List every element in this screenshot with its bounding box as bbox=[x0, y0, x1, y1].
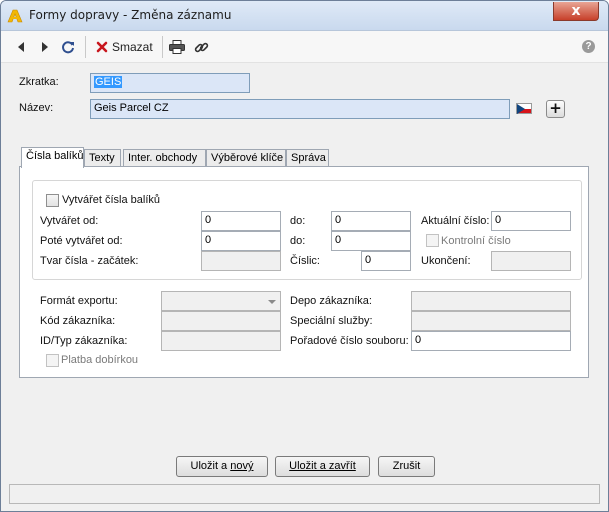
do1-value: 0 bbox=[335, 214, 342, 226]
depo-label: Depo zákazníka: bbox=[290, 295, 372, 307]
pote-vytvaret-od-input[interactable]: 0 bbox=[201, 231, 281, 251]
vytvaret-od-label: Vytvářet od: bbox=[40, 215, 99, 227]
back-icon bbox=[18, 42, 24, 52]
do2-value: 0 bbox=[335, 234, 342, 246]
save-close-button[interactable]: Uložit a zavřít bbox=[275, 456, 370, 477]
dialog-window: Formy dopravy - Změna záznamu x Smazat ?… bbox=[0, 0, 609, 512]
format-exportu-select[interactable] bbox=[161, 291, 281, 311]
poradove-cislo-input[interactable]: 0 bbox=[411, 331, 571, 351]
ukonceni-input[interactable] bbox=[491, 251, 571, 271]
close-button[interactable]: x bbox=[553, 2, 599, 21]
delete-icon bbox=[96, 41, 108, 53]
cislic-label: Číslic: bbox=[290, 255, 320, 267]
cislic-value: 0 bbox=[365, 254, 372, 266]
pote-vytvaret-od-label: Poté vytvářet od: bbox=[40, 235, 123, 247]
cislic-input[interactable]: 0 bbox=[361, 251, 411, 271]
id-typ-input[interactable] bbox=[161, 331, 281, 351]
plus-icon: + bbox=[549, 99, 562, 117]
add-button[interactable]: + bbox=[546, 100, 565, 118]
back-button[interactable] bbox=[15, 38, 27, 56]
tab-inter-obchody[interactable]: Inter. obchody bbox=[123, 149, 206, 167]
toolbar-separator bbox=[162, 36, 163, 58]
tvar-cisla-input[interactable] bbox=[201, 251, 281, 271]
format-exportu-label: Formát exportu: bbox=[40, 295, 118, 307]
kontrolni-cislo-label: Kontrolní číslo bbox=[441, 235, 511, 247]
save-close-label: Uložit a zavřít bbox=[289, 460, 356, 472]
zkratka-value: GEIS bbox=[94, 76, 123, 88]
toolbar-separator bbox=[85, 36, 86, 58]
tvar-cisla-label: Tvar čísla - začátek: bbox=[40, 255, 139, 267]
specialni-sluzby-input[interactable] bbox=[411, 311, 571, 331]
cancel-label: Zrušit bbox=[392, 460, 421, 472]
vytvaret-od-value: 0 bbox=[205, 214, 212, 226]
nazev-label: Název: bbox=[19, 102, 54, 114]
do1-input[interactable]: 0 bbox=[331, 211, 411, 231]
app-logo-icon bbox=[7, 9, 23, 23]
print-button[interactable] bbox=[168, 38, 186, 56]
tab-vyberove-klice[interactable]: Výběrové klíče bbox=[206, 149, 286, 167]
aktualni-cislo-input[interactable]: 0 bbox=[491, 211, 571, 231]
delete-button[interactable]: Smazat bbox=[96, 38, 156, 56]
kod-zakaznika-input[interactable] bbox=[161, 311, 281, 331]
vytvaret-od-input[interactable]: 0 bbox=[201, 211, 281, 231]
toolbar: Smazat ? bbox=[1, 31, 608, 63]
save-new-button[interactable]: Uložit a nový bbox=[176, 456, 268, 477]
id-typ-label: ID/Typ zákazníka: bbox=[40, 335, 128, 347]
vytvaret-checkbox-label: Vytvářet čísla balíků bbox=[62, 194, 161, 206]
aktualni-cislo-value: 0 bbox=[495, 214, 502, 226]
status-bar bbox=[9, 484, 600, 504]
do2-label: do: bbox=[290, 235, 306, 247]
forward-button[interactable] bbox=[39, 38, 51, 56]
kod-zakaznika-label: Kód zákazníka: bbox=[40, 315, 116, 327]
forward-icon bbox=[42, 42, 48, 52]
zkratka-input[interactable]: GEIS bbox=[90, 73, 250, 93]
refresh-icon bbox=[62, 41, 74, 54]
cancel-button[interactable]: Zrušit bbox=[378, 456, 435, 477]
platba-dobirkou-checkbox[interactable] bbox=[46, 354, 59, 367]
kontrolni-cislo-checkbox[interactable] bbox=[426, 234, 439, 247]
specialni-sluzby-label: Speciální služby: bbox=[290, 315, 373, 327]
close-icon: x bbox=[571, 3, 581, 19]
tab-sprava[interactable]: Správa bbox=[286, 149, 329, 167]
delete-label: Smazat bbox=[112, 40, 153, 54]
poradove-cislo-label: Pořadové číslo souboru: bbox=[290, 335, 409, 347]
do2-input[interactable]: 0 bbox=[331, 231, 411, 251]
link-icon bbox=[194, 42, 208, 52]
dropdown-arrow-icon bbox=[268, 300, 276, 304]
window-title: Formy dopravy - Změna záznamu bbox=[29, 8, 232, 22]
platba-dobirkou-label: Platba dobírkou bbox=[61, 354, 139, 366]
zkratka-label: Zkratka: bbox=[19, 76, 59, 88]
poradove-cislo-value: 0 bbox=[415, 334, 422, 346]
tab-panel: Vytvářet čísla balíků Vytvářet od: 0 do:… bbox=[19, 166, 589, 378]
nazev-input[interactable]: Geis Parcel CZ bbox=[90, 99, 510, 119]
ukonceni-label: Ukončení: bbox=[421, 255, 471, 267]
save-new-label: Uložit a bbox=[190, 460, 231, 472]
aktualni-cislo-label: Aktuální číslo: bbox=[421, 215, 490, 227]
refresh-button[interactable] bbox=[59, 38, 77, 56]
link-button[interactable] bbox=[192, 38, 210, 56]
depo-input[interactable] bbox=[411, 291, 571, 311]
tab-texty[interactable]: Texty bbox=[84, 149, 121, 167]
vytvaret-checkbox[interactable] bbox=[46, 194, 59, 207]
print-icon bbox=[169, 40, 185, 54]
do1-label: do: bbox=[290, 215, 306, 227]
tab-cisla-baliku[interactable]: Čísla balíků bbox=[21, 147, 84, 168]
save-new-label-accel: nový bbox=[230, 460, 254, 472]
nazev-value: Geis Parcel CZ bbox=[94, 102, 169, 114]
pote-vytvaret-od-value: 0 bbox=[205, 234, 212, 246]
czech-flag-icon[interactable] bbox=[516, 103, 532, 114]
title-bar: Formy dopravy - Změna záznamu x bbox=[1, 1, 608, 31]
help-icon[interactable]: ? bbox=[582, 40, 595, 53]
